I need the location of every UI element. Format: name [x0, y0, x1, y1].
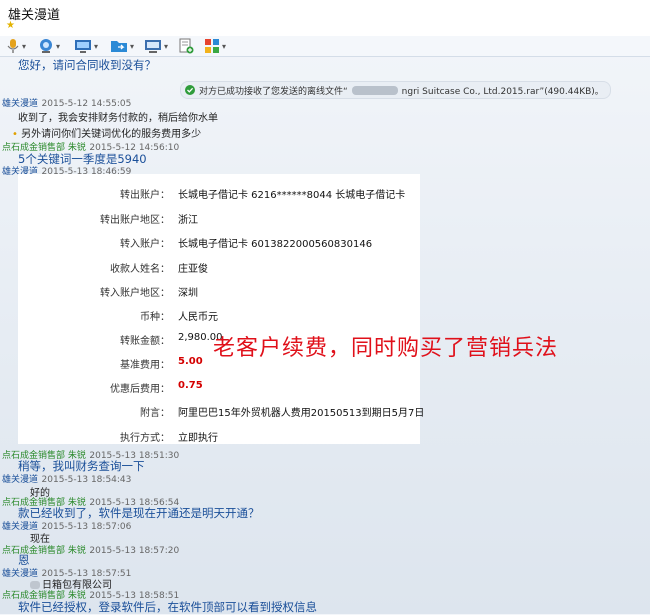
- annotation-overlay-text: 老客户续费，同时购买了营销兵法: [213, 336, 559, 361]
- redacted-filename: [351, 85, 398, 95]
- chevron-down-icon: ▾: [164, 41, 169, 51]
- toolbar: ▾ ▾ ▾ ▾ ▾ ▾: [0, 36, 650, 57]
- message-timestamp: 2015-5-13 18:54:43: [41, 475, 132, 485]
- chevron-down-icon: ▾: [94, 41, 99, 51]
- chat-message-header: 雄关漫道 2015-5-13 18:57:06: [2, 519, 131, 532]
- star-icon[interactable]: ★: [6, 20, 15, 31]
- receipt-row: 执行方式： 立即执行: [120, 433, 218, 444]
- apps-grid-icon: [205, 39, 219, 53]
- microphone-button[interactable]: ▾: [6, 38, 26, 54]
- webcam-icon: [40, 39, 52, 53]
- check-circle-icon: [185, 85, 195, 95]
- bullet-icon: •: [12, 129, 18, 140]
- chat-message-text: 您好，请问合同收到没有？: [18, 58, 156, 72]
- file-notice-name: ngri Suitcase Co., Ltd.2015.rar”(490.44K…: [401, 86, 604, 97]
- chat-message-header: 雄关漫道 2015-5-13 18:54:43: [2, 472, 131, 485]
- screen-share-button[interactable]: ▾: [74, 38, 98, 54]
- window-title: 雄关漫道: [8, 8, 61, 23]
- apps-grid-button[interactable]: ▾: [204, 38, 226, 54]
- title-bar: 雄关漫道 ★: [0, 0, 650, 37]
- receipt-row: 转入账户： 长城电子借记卡 6013822000560830146: [120, 239, 373, 250]
- add-app-icon: [179, 38, 194, 54]
- sender-name: 点石成金销售部 朱锐: [2, 546, 86, 556]
- screen-share-icon: [75, 40, 91, 53]
- receipt-row: 转入账户地区： 深圳: [100, 288, 198, 299]
- receipt-row: 收款人姓名： 庄亚俊: [110, 264, 208, 275]
- remote-desktop-icon: [145, 40, 161, 53]
- chevron-down-icon: ▾: [22, 41, 27, 51]
- message-timestamp: 2015-5-13 18:57:20: [89, 546, 180, 556]
- sender-name: 雄关漫道: [2, 99, 39, 109]
- chat-message-text: 收到了，我会安排财务付款的，稍后给你水单: [18, 113, 218, 124]
- message-timestamp: 2015-5-13 18:57:06: [41, 522, 132, 532]
- file-transfer-button[interactable]: ▾: [110, 38, 134, 54]
- microphone-icon: [7, 39, 19, 53]
- receipt-row: 优惠后费用： 0.75: [110, 380, 203, 395]
- remote-desktop-button[interactable]: ▾: [144, 38, 168, 54]
- bank-transfer-receipt-image[interactable]: 转出账户： 长城电子借记卡 6216******8044 长城电子借记卡 转出账户…: [18, 174, 425, 444]
- file-transfer-icon: [111, 41, 127, 52]
- webcam-button[interactable]: ▾: [38, 38, 60, 54]
- chevron-down-icon: ▾: [130, 41, 135, 51]
- receipt-row: 币种： 人民币元: [140, 312, 218, 323]
- receipt-row: 附言： 阿里巴巴15年外贸机器人费用20150513到期日5月7日: [140, 408, 425, 419]
- receipt-row: 转出账户： 长城电子借记卡 6216******8044 长城电子借记卡: [120, 190, 406, 201]
- chat-message-header: 雄关漫道 2015-5-12 14:55:05: [2, 96, 131, 109]
- chevron-down-icon: ▾: [222, 41, 227, 51]
- chat-message-text: • 另外请问你们关键词优化的服务费用多少: [12, 129, 202, 140]
- add-app-button[interactable]: [178, 38, 194, 54]
- receipt-row: 转出账户地区： 浙江: [100, 215, 198, 226]
- file-notice-prefix: 对方已成功接收了您发送的离线文件“: [199, 86, 348, 97]
- chat-message-text: 软件已经授权，登录软件后，在软件顶部可以看到授权信息: [18, 600, 317, 614]
- chevron-down-icon: ▾: [56, 41, 61, 51]
- file-received-notice: 对方已成功接收了您发送的离线文件“ ngri Suitcase Co., Ltd…: [180, 81, 611, 99]
- message-timestamp: 2015-5-12 14:55:05: [41, 99, 132, 109]
